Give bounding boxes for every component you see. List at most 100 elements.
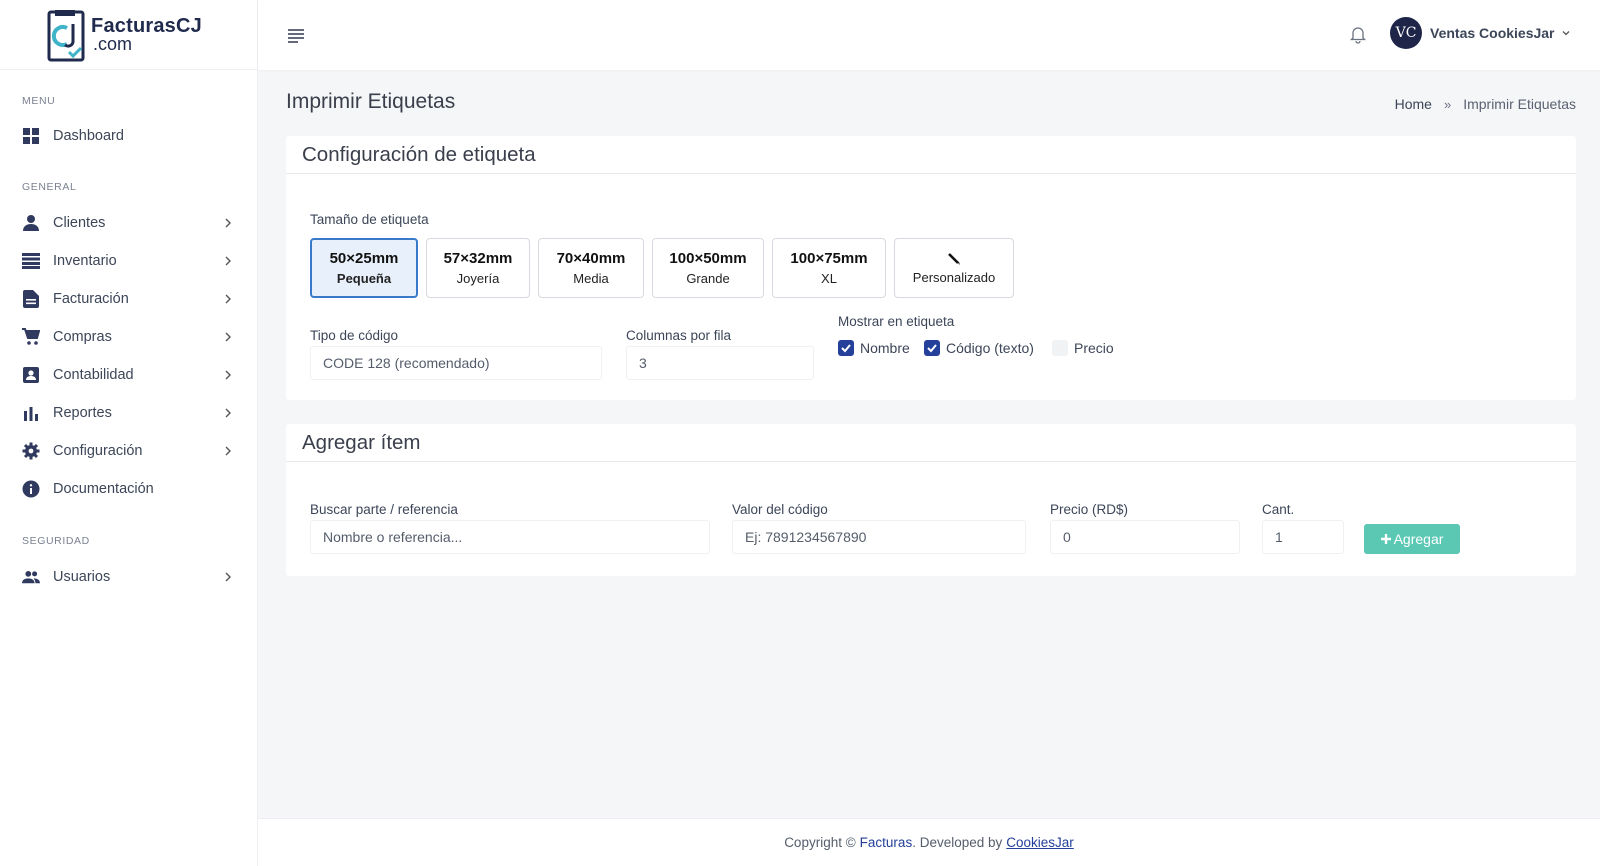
code-type-label: Tipo de código: [310, 328, 399, 343]
price-input[interactable]: 0: [1050, 520, 1240, 554]
sidebar-item-label: Configuración: [53, 443, 143, 459]
qty-input[interactable]: 1: [1262, 520, 1344, 554]
section-title-seguridad: SEGURIDAD: [22, 535, 90, 547]
size-option-sub: Joyería: [456, 271, 500, 286]
topbar: VC Ventas CookiesJar: [258, 0, 1600, 70]
card-title: Configuración de etiqueta: [302, 142, 536, 166]
code-value-label: Valor del código: [732, 502, 828, 517]
size-option-100x50[interactable]: 100×50mm Grande: [652, 238, 764, 298]
footer-developer-link[interactable]: CookiesJar: [1006, 835, 1074, 850]
add-item-button-label: Agregar: [1393, 531, 1444, 547]
logo-icon: [45, 8, 87, 62]
size-option-main: 100×50mm: [669, 250, 747, 267]
size-option-sub: XL: [821, 271, 837, 286]
logo[interactable]: FacturasCJ .com: [0, 0, 257, 70]
breadcrumb: Home » Imprimir Etiquetas: [1395, 96, 1576, 112]
checkbox-checked-icon: [924, 340, 940, 356]
chevron-right-icon: [225, 294, 231, 304]
checkbox-label: Nombre: [860, 340, 910, 356]
size-option-57x32[interactable]: 57×32mm Joyería: [426, 238, 530, 298]
show-code-text-checkbox[interactable]: Código (texto): [924, 340, 1034, 356]
sidebar-item-dashboard[interactable]: Dashboard: [0, 117, 258, 155]
breadcrumb-separator: »: [1443, 96, 1452, 112]
section-title-general: GENERAL: [22, 181, 77, 193]
sidebar-item-configuracion[interactable]: Configuración: [0, 432, 258, 470]
document-icon: [22, 290, 40, 308]
chevron-right-icon: [225, 572, 231, 582]
chevron-right-icon: [225, 332, 231, 342]
checkbox-label: Código (texto): [946, 340, 1034, 356]
size-option-sub: Personalizado: [912, 269, 996, 285]
users-icon: [22, 568, 40, 586]
show-name-checkbox[interactable]: Nombre: [838, 340, 910, 356]
card-header: Configuración de etiqueta: [286, 136, 1576, 174]
size-option-main: 57×32mm: [443, 250, 513, 267]
sidebar-item-compras[interactable]: Compras: [0, 318, 258, 356]
sidebar-item-reportes[interactable]: Reportes: [0, 394, 258, 432]
menu-toggle-icon[interactable]: [286, 25, 306, 45]
inventory-icon: [22, 252, 40, 270]
size-label: Tamaño de etiqueta: [310, 212, 429, 227]
bar-chart-icon: [22, 404, 40, 422]
size-option-main: 100×75mm: [790, 250, 868, 267]
sidebar-item-label: Usuarios: [53, 569, 111, 585]
dashboard-icon: [22, 127, 40, 145]
sidebar-item-contabilidad[interactable]: Contabilidad: [0, 356, 258, 394]
footer-developed-by: . Developed by: [912, 835, 1003, 850]
sidebar-item-usuarios[interactable]: Usuarios: [0, 558, 258, 596]
chevron-right-icon: [225, 446, 231, 456]
contact-book-icon: [22, 366, 40, 384]
label-config-card: Configuración de etiqueta Tamaño de etiq…: [286, 136, 1576, 400]
sidebar-item-facturacion[interactable]: Facturación: [0, 280, 258, 318]
search-input[interactable]: Nombre o referencia...: [310, 520, 710, 554]
size-option-main: 70×40mm: [556, 250, 626, 267]
section-title-menu: MENU: [22, 95, 56, 107]
footer-brand: Facturas: [859, 835, 913, 850]
size-option-main: 50×25mm: [329, 250, 399, 267]
logo-name: FacturasCJ: [91, 14, 202, 37]
checkbox-unchecked-icon: [1052, 340, 1068, 356]
footer: Copyright © Facturas . Developed by Cook…: [258, 818, 1600, 866]
sidebar-item-inventario[interactable]: Inventario: [0, 242, 258, 280]
add-item-button[interactable]: Agregar: [1364, 524, 1460, 554]
size-option-50x25[interactable]: 50×25mm Pequeña: [310, 238, 418, 298]
breadcrumb-current: Imprimir Etiquetas: [1463, 96, 1576, 112]
search-label: Buscar parte / referencia: [310, 502, 458, 517]
breadcrumb-home[interactable]: Home: [1395, 96, 1432, 112]
logo-domain: .com: [93, 33, 133, 54]
sidebar-item-label: Inventario: [53, 253, 117, 269]
user-menu[interactable]: VC Ventas CookiesJar: [1390, 17, 1571, 49]
columns-input[interactable]: 3: [626, 346, 814, 380]
size-option-sub: Media: [573, 271, 609, 286]
size-option-sub: Pequeña: [336, 271, 392, 286]
user-name: Ventas CookiesJar: [1430, 25, 1555, 41]
chevron-right-icon: [225, 370, 231, 380]
chevron-down-icon: [1562, 31, 1569, 36]
show-price-checkbox[interactable]: Precio: [1052, 340, 1114, 356]
card-header: Agregar ítem: [286, 424, 1576, 462]
avatar: VC: [1390, 17, 1422, 49]
plus-icon: [1380, 534, 1391, 544]
size-option-70x40[interactable]: 70×40mm Media: [538, 238, 644, 298]
gear-icon: [22, 442, 40, 460]
show-label: Mostrar en etiqueta: [838, 314, 955, 329]
person-icon: [22, 214, 40, 232]
footer-copyright: Copyright ©: [784, 835, 856, 850]
sidebar-item-clientes[interactable]: Clientes: [0, 204, 258, 242]
code-value-input[interactable]: Ej: 7891234567890: [732, 520, 1026, 554]
add-item-card: Agregar ítem Buscar parte / referencia N…: [286, 424, 1576, 576]
sidebar-item-label: Contabilidad: [53, 367, 134, 383]
card-title: Agregar ítem: [302, 430, 421, 454]
sidebar-item-label: Reportes: [53, 405, 112, 421]
size-option-100x75[interactable]: 100×75mm XL: [772, 238, 886, 298]
size-option-custom[interactable]: Personalizado: [894, 238, 1014, 298]
cart-icon: [22, 328, 40, 346]
bell-icon[interactable]: [1348, 24, 1368, 44]
size-option-sub: Grande: [686, 271, 730, 286]
code-type-select[interactable]: CODE 128 (recomendado): [310, 346, 602, 380]
price-label: Precio (RD$): [1050, 502, 1129, 517]
sidebar-item-documentacion[interactable]: Documentación: [0, 470, 258, 508]
sidebar-item-label: Clientes: [53, 215, 106, 231]
pencil-icon: [948, 252, 960, 265]
columns-label: Columnas por fila: [626, 328, 732, 343]
